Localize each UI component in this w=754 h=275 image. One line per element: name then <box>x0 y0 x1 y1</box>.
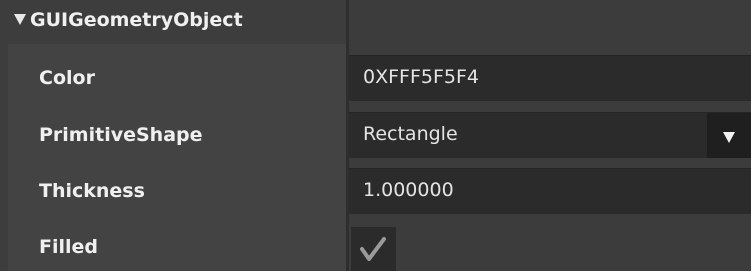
thickness-field[interactable]: 1.000000 <box>349 168 751 214</box>
filled-checkbox[interactable] <box>351 227 396 271</box>
inspector-panel: GUIGeometryObject Color 0XFFF5F5F4 Primi… <box>0 0 751 271</box>
checkmark-icon <box>360 237 386 261</box>
triangle-down-icon[interactable] <box>14 14 26 25</box>
primitive-shape-dropdown[interactable]: Rectangle <box>349 112 751 158</box>
color-field[interactable]: 0XFFF5F5F4 <box>349 55 751 101</box>
dropdown-button[interactable] <box>707 113 751 158</box>
component-header[interactable]: GUIGeometryObject <box>0 0 346 44</box>
thickness-value: 1.000000 <box>363 179 454 201</box>
primitive-shape-label: PrimitiveShape <box>39 124 203 146</box>
component-title: GUIGeometryObject <box>30 9 243 31</box>
primitive-shape-value: Rectangle <box>363 123 458 145</box>
filled-label: Filled <box>39 236 99 258</box>
color-label: Color <box>39 67 95 89</box>
triangle-down-icon <box>723 132 735 143</box>
thickness-label: Thickness <box>39 180 145 202</box>
color-value: 0XFFF5F5F4 <box>363 66 480 88</box>
